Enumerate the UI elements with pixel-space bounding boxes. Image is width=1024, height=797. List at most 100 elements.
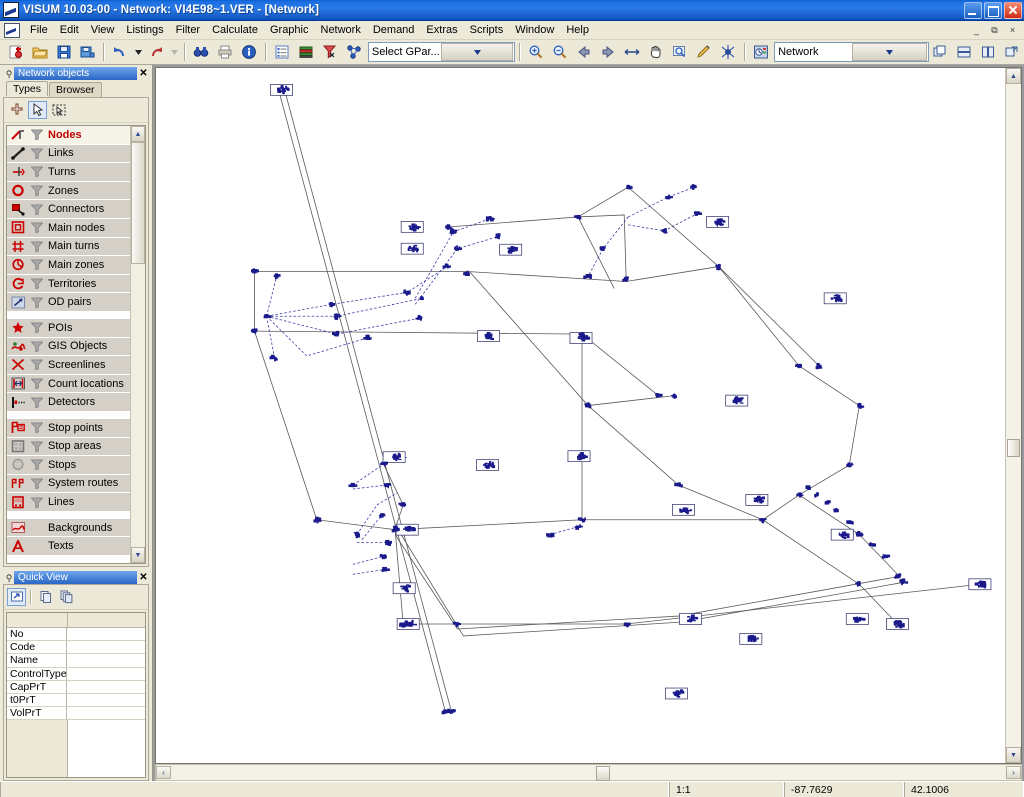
filter-funnel-icon[interactable] <box>29 497 45 508</box>
menu-edit[interactable]: Edit <box>54 22 85 38</box>
object-type-row-gis-objects[interactable]: GIS Objects <box>7 337 130 357</box>
mdi-close-button[interactable]: × <box>1004 22 1021 38</box>
network-objects-close-icon[interactable]: ✕ <box>137 68 150 79</box>
filter-funnel-icon[interactable] <box>29 459 45 471</box>
filter-funnel-icon[interactable] <box>29 185 45 197</box>
network-settings-icon[interactable] <box>343 41 366 63</box>
map-scroll-down-icon[interactable]: ▼ <box>1006 747 1021 763</box>
filter-funnel-icon[interactable] <box>29 322 45 334</box>
object-type-row-main-turns[interactable]: Main turns <box>7 237 130 257</box>
network-map-canvas[interactable] <box>156 68 1005 763</box>
scroll-down-icon[interactable]: ▼ <box>131 547 145 563</box>
edit-pencil-icon[interactable] <box>693 41 716 63</box>
back-arrow-icon[interactable] <box>573 41 596 63</box>
quick-view-pin-icon[interactable]: ⚲ <box>4 573 14 583</box>
filter-funnel-icon[interactable] <box>29 397 45 408</box>
filter-funnel-icon[interactable] <box>29 166 45 178</box>
pin-icon[interactable]: ⚲ <box>4 69 14 79</box>
object-type-row-stop-areas[interactable]: Stop areas <box>7 437 130 457</box>
quick-view-attribute-value[interactable] <box>67 707 145 721</box>
select-arrow-icon[interactable] <box>28 101 47 119</box>
object-type-row-connectors[interactable]: Connectors <box>7 200 130 219</box>
tile-horizontal-icon[interactable] <box>953 41 976 63</box>
menu-extras[interactable]: Extras <box>420 22 463 38</box>
zoom-window-icon[interactable] <box>669 41 692 63</box>
graphic-parameter-select[interactable]: Select GPar... <box>367 42 516 62</box>
zoom-in-icon[interactable] <box>525 41 548 63</box>
chevron-down-icon-2[interactable] <box>851 43 927 61</box>
filter-funnel-icon[interactable] <box>29 204 45 215</box>
tile-vertical-icon[interactable] <box>977 41 1000 63</box>
menu-file[interactable]: File <box>24 22 54 38</box>
quick-view-attribute-value[interactable] <box>67 667 145 681</box>
save-as-icon[interactable] <box>76 41 99 63</box>
quick-view-attribute-value[interactable] <box>67 641 145 655</box>
object-type-row-stop-points[interactable]: Stop points <box>7 418 130 438</box>
menu-window[interactable]: Window <box>509 22 560 38</box>
undo-icon[interactable] <box>109 41 132 63</box>
filter-funnel-icon[interactable] <box>29 259 45 271</box>
new-version-icon[interactable] <box>4 41 27 63</box>
object-type-row-lines[interactable]: Lines <box>7 493 130 512</box>
menu-demand[interactable]: Demand <box>367 22 421 38</box>
object-type-row-zones[interactable]: Zones <box>7 181 130 201</box>
object-type-row-backgrounds[interactable]: Backgrounds <box>7 518 130 538</box>
quick-view-attribute-value[interactable] <box>67 680 145 694</box>
restore-button[interactable] <box>984 1 1002 19</box>
menu-network[interactable]: Network <box>315 22 367 38</box>
copy-icon[interactable] <box>36 588 55 606</box>
zoom-out-icon[interactable] <box>549 41 572 63</box>
filter-funnel-icon[interactable] <box>29 297 45 308</box>
fit-width-icon[interactable] <box>621 41 644 63</box>
map-scroll-right-icon[interactable]: › <box>1006 766 1021 779</box>
object-type-row-nodes[interactable]: Nodes <box>7 126 130 145</box>
filter-funnel-icon[interactable] <box>29 359 45 371</box>
object-type-row-screenlines[interactable]: Screenlines <box>7 356 130 375</box>
object-type-row-stops[interactable]: Stops <box>7 456 130 475</box>
object-type-row-main-nodes[interactable]: Main nodes <box>7 218 130 238</box>
filter-funnel-icon[interactable] <box>29 129 45 141</box>
undo-dropdown-icon[interactable] <box>133 42 144 62</box>
mdi-restore-button[interactable]: ⧉ <box>986 22 1003 38</box>
filter-funnel-icon[interactable] <box>29 241 45 252</box>
list-icon[interactable] <box>271 41 294 63</box>
quick-view-attribute-value[interactable] <box>67 654 145 668</box>
print-icon[interactable] <box>214 41 237 63</box>
map-vscroll-thumb[interactable] <box>1007 439 1020 457</box>
map-horizontal-scrollbar[interactable]: ‹ › <box>155 764 1022 781</box>
tile-windows-icon[interactable] <box>929 41 952 63</box>
mdi-minimize-button[interactable]: _ <box>968 22 985 38</box>
save-icon[interactable] <box>52 41 75 63</box>
object-type-row-pois[interactable]: POIs <box>7 318 130 338</box>
filter-icon[interactable] <box>319 41 342 63</box>
info-icon[interactable] <box>238 41 261 63</box>
copy-all-icon[interactable] <box>57 588 76 606</box>
map-vscroll-track[interactable] <box>1006 84 1021 747</box>
filter-funnel-icon[interactable] <box>29 478 45 489</box>
map-vertical-scrollbar[interactable]: ▲ ▼ <box>1005 68 1021 763</box>
filter-funnel-icon[interactable] <box>29 341 45 352</box>
menu-scripts[interactable]: Scripts <box>464 22 510 38</box>
chevron-down-icon[interactable] <box>441 43 514 61</box>
object-type-row-od-pairs[interactable]: OD pairs <box>7 293 130 312</box>
open-folder-icon[interactable] <box>28 41 51 63</box>
network-view-select[interactable]: Network <box>774 42 929 62</box>
menu-calculate[interactable]: Calculate <box>206 22 264 38</box>
filter-funnel-icon[interactable] <box>29 278 45 290</box>
graphic-parameters-icon[interactable] <box>295 41 318 63</box>
redo-icon[interactable] <box>145 41 168 63</box>
object-type-row-turns[interactable]: Turns <box>7 163 130 182</box>
map-scroll-up-icon[interactable]: ▲ <box>1006 68 1021 84</box>
quick-view-close-icon[interactable]: ✕ <box>137 572 150 583</box>
map-hscroll-track[interactable] <box>171 766 1006 781</box>
menu-help[interactable]: Help <box>560 22 595 38</box>
object-type-row-main-zones[interactable]: Main zones <box>7 256 130 275</box>
object-type-row-texts[interactable]: Texts <box>7 537 130 557</box>
object-type-row-detectors[interactable]: Detectors <box>7 393 130 412</box>
quickview-select-icon[interactable] <box>7 588 26 606</box>
minimize-button[interactable] <box>964 1 982 19</box>
quick-view-attribute-value[interactable] <box>67 628 145 642</box>
menu-view[interactable]: View <box>85 22 121 38</box>
scroll-track[interactable] <box>131 142 145 547</box>
tab-types[interactable]: Types <box>6 81 49 96</box>
